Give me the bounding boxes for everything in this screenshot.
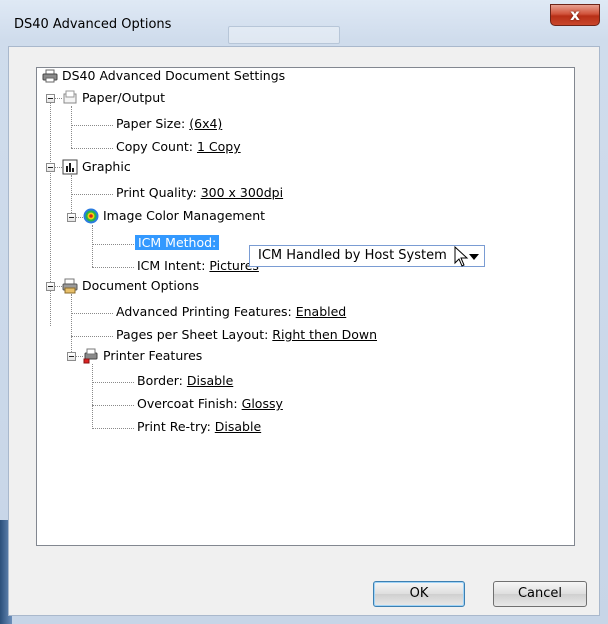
collapse-toggle[interactable] [67, 213, 76, 222]
paper-output-node[interactable]: Paper/Output [82, 88, 165, 108]
collapse-toggle[interactable] [46, 282, 55, 291]
paper-size-label: Paper Size: [116, 116, 186, 131]
tree-line [92, 382, 134, 383]
dialog-client-area: DS40 Advanced Document Settings Paper/Ou… [8, 46, 600, 616]
icm-method-selected-value: ICM Handled by Host System [258, 248, 447, 263]
icm-method-label[interactable]: ICM Method: [135, 235, 220, 250]
collapse-toggle[interactable] [67, 352, 76, 361]
mouse-cursor-icon [454, 246, 469, 267]
printer-features-node[interactable]: Printer Features [103, 346, 202, 366]
printer-icon [42, 69, 58, 83]
color-management-icon [83, 208, 99, 224]
print-retry-value[interactable]: Disable [215, 419, 261, 434]
tree-line [92, 267, 134, 268]
document-options-icon [62, 278, 78, 294]
collapse-toggle[interactable] [46, 94, 55, 103]
ok-button[interactable]: OK [373, 581, 465, 607]
close-icon: x [570, 6, 580, 24]
printer-features-icon [83, 348, 98, 364]
tree-line [92, 225, 93, 267]
advanced-printing-label: Advanced Printing Features: [116, 304, 292, 319]
overcoat-finish-value[interactable]: Glossy [242, 396, 283, 411]
graphic-node[interactable]: Graphic [82, 157, 131, 177]
dialog-window: DS40 Advanced Options x DS40 Advanced Do… [0, 0, 608, 624]
border-item[interactable]: Border: Disable [137, 371, 233, 391]
advanced-printing-item[interactable]: Advanced Printing Features: Enabled [116, 302, 346, 322]
paper-size-item[interactable]: Paper Size: (6x4) [116, 114, 222, 134]
paper-size-value[interactable]: (6x4) [189, 116, 222, 131]
pages-per-sheet-value[interactable]: Right then Down [272, 327, 377, 342]
print-quality-value[interactable]: 300 x 300dpi [201, 185, 283, 200]
tree-line [71, 106, 72, 148]
copy-count-label: Copy Count: [116, 139, 194, 154]
tree-line [92, 428, 134, 429]
print-retry-item[interactable]: Print Re-try: Disable [137, 417, 261, 437]
icm-method-dropdown[interactable]: ICM Handled by Host System [249, 245, 485, 267]
tree-line [71, 148, 113, 149]
print-quality-label: Print Quality: [116, 185, 197, 200]
graphic-icon [62, 159, 78, 175]
tree-line [71, 194, 113, 195]
border-label: Border: [137, 373, 183, 388]
title-bar[interactable]: DS40 Advanced Options x [0, 0, 608, 46]
window-title: DS40 Advanced Options [14, 17, 172, 32]
icm-method-item[interactable]: ICM Method: [135, 233, 220, 253]
tree-line [71, 336, 113, 337]
border-value[interactable]: Disable [187, 373, 233, 388]
icm-intent-label: ICM Intent: [137, 258, 206, 273]
print-quality-item[interactable]: Print Quality: 300 x 300dpi [116, 183, 283, 203]
tree-line [71, 294, 72, 356]
tree-root-label[interactable]: DS40 Advanced Document Settings [62, 66, 285, 86]
icm-intent-item[interactable]: ICM Intent: Pictures [137, 256, 259, 276]
print-retry-label: Print Re-try: [137, 419, 211, 434]
close-button[interactable]: x [550, 4, 600, 26]
pages-per-sheet-item[interactable]: Pages per Sheet Layout: Right then Down [116, 325, 377, 345]
pages-per-sheet-label: Pages per Sheet Layout: [116, 327, 269, 342]
settings-tree[interactable]: DS40 Advanced Document Settings Paper/Ou… [36, 67, 575, 546]
document-options-node[interactable]: Document Options [82, 276, 199, 296]
paper-output-icon [63, 90, 77, 104]
collapse-toggle[interactable] [46, 163, 55, 172]
overcoat-finish-item[interactable]: Overcoat Finish: Glossy [137, 394, 283, 414]
tree-line [92, 364, 93, 429]
tree-line [71, 125, 113, 126]
advanced-printing-value[interactable]: Enabled [296, 304, 347, 319]
background-window-ghost [228, 26, 340, 44]
chevron-down-icon[interactable] [469, 254, 479, 260]
tree-line [71, 175, 72, 217]
tree-line [92, 244, 134, 245]
tree-line [71, 313, 113, 314]
copy-count-item[interactable]: Copy Count: 1 Copy [116, 137, 241, 157]
cancel-button[interactable]: Cancel [493, 581, 587, 607]
overcoat-finish-label: Overcoat Finish: [137, 396, 238, 411]
icm-node[interactable]: Image Color Management [103, 206, 265, 226]
tree-line [50, 98, 51, 326]
tree-line [92, 405, 134, 406]
copy-count-value[interactable]: 1 Copy [197, 139, 241, 154]
